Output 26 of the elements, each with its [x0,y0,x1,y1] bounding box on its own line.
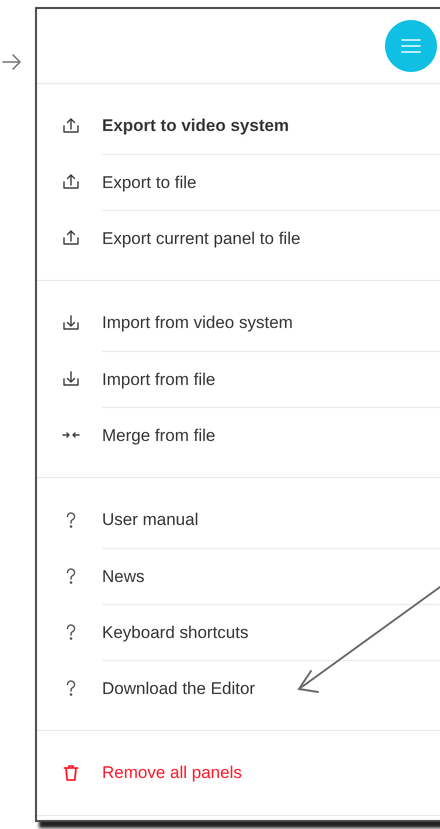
menu-item-label: Import from video system [102,312,293,334]
menu-item[interactable]: Merge from file [37,407,440,463]
menu-item-label: News [102,566,145,588]
menu-item[interactable]: User manual [37,492,440,548]
menu-button[interactable] [385,20,437,72]
menu-item-label: Merge from file [102,424,216,447]
menu-item-label: User manual [102,509,198,532]
menu-item[interactable]: Export to video system [37,98,440,154]
menu-item[interactable]: Import from video system [37,295,440,351]
trash-icon [60,763,80,783]
menu-item-label: Download the Editor [102,678,256,700]
menu-item[interactable]: Export to file [37,154,440,210]
menu-item-label: Export to file [102,172,196,194]
menu-item[interactable]: Download the Editor [37,660,440,716]
menu-icon [400,37,422,55]
menu-item[interactable]: Remove all panels [37,745,440,801]
menu-item[interactable]: News [37,548,440,604]
menu-item-label: Import from file [102,368,216,391]
menu-item[interactable]: Import from file [37,351,440,407]
menu-item[interactable]: Export current panel to file [37,210,440,266]
menu-item[interactable]: Keyboard shortcuts [37,604,440,660]
menu-item-label: Export current panel to file [102,228,300,250]
menu-item-label: Remove all panels [102,762,242,784]
menu-item-label: Export to video system [102,115,290,138]
arrow-icon [2,53,22,71]
menu-item-label: Keyboard shortcuts [102,622,248,644]
